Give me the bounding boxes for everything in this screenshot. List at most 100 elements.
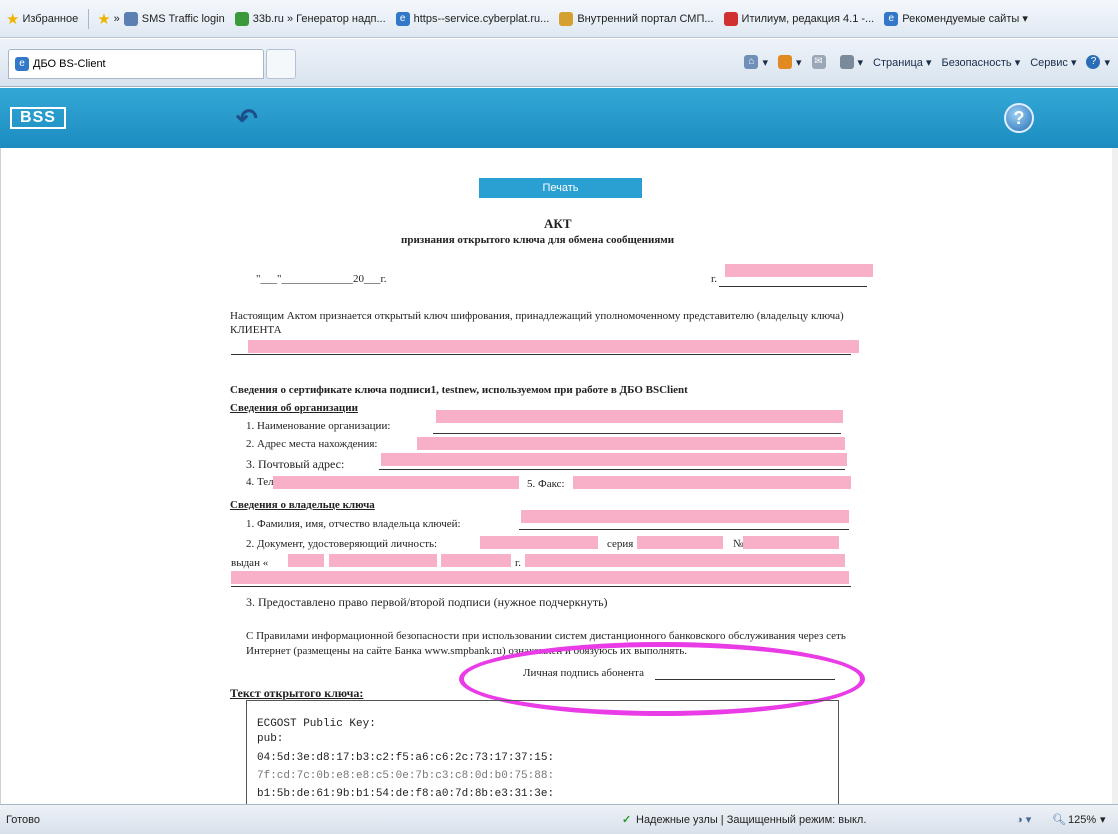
document-subtitle: признания открытого ключа для обмена соо… bbox=[401, 234, 675, 246]
ie-icon: e bbox=[395, 11, 410, 26]
command-bar: e ДБО BS-Client ⌂ ▾ ▾ ✉ ▾ Страница ▾ Безо… bbox=[0, 39, 1118, 87]
help-menu[interactable]: ? ▾ bbox=[1086, 55, 1110, 69]
status-bar: Готово ✓ Надежные узлы | Защищенный режи… bbox=[0, 804, 1118, 834]
page-menu[interactable]: Страница ▾ bbox=[873, 56, 931, 69]
document-area: Печать АКТ признания открытого ключа для… bbox=[0, 148, 1118, 804]
owner-heading: Сведения о владельце ключа bbox=[230, 499, 375, 511]
bss-logo: BSS bbox=[10, 107, 66, 129]
year-label: г. bbox=[515, 557, 522, 569]
site-icon bbox=[234, 11, 249, 26]
ie-icon: e bbox=[15, 57, 29, 71]
help-circle-icon[interactable]: ? bbox=[1004, 103, 1034, 133]
printer-icon bbox=[839, 55, 854, 69]
back-arrow-icon[interactable]: ↶ bbox=[236, 105, 258, 131]
fav-label: Рекомендуемые сайты ▾ bbox=[902, 13, 1028, 25]
fav-label: https--service.cyberplat.ru... bbox=[413, 12, 550, 25]
help-icon: ? bbox=[1086, 55, 1101, 69]
client-name-field[interactable] bbox=[248, 340, 859, 353]
zoom-dropdown-icon[interactable]: ▾ bbox=[1100, 813, 1106, 826]
org-name-field[interactable] bbox=[436, 410, 843, 423]
number-field[interactable] bbox=[743, 536, 839, 549]
city-field[interactable] bbox=[725, 264, 873, 277]
rss-icon bbox=[777, 55, 792, 69]
ie-icon: e bbox=[884, 11, 899, 26]
issued-label: выдан « bbox=[231, 557, 269, 569]
number-label: № bbox=[733, 538, 744, 550]
city-underline bbox=[719, 286, 867, 287]
rules-text-line1: С Правилами информационной безопасности … bbox=[246, 630, 846, 642]
underline bbox=[519, 529, 849, 530]
owner-name-field[interactable] bbox=[521, 510, 849, 523]
favorites-button[interactable]: ★ Избранное bbox=[6, 10, 78, 28]
tab-title: ДБО BS-Client bbox=[33, 58, 106, 70]
security-zone-text[interactable]: Надежные узлы | Защищенный режим: выкл. bbox=[636, 814, 866, 826]
document-title: АКТ bbox=[544, 216, 572, 231]
series-field[interactable] bbox=[637, 536, 723, 549]
fav-label: Внутренний портал СМП... bbox=[577, 12, 714, 25]
key-line: pub: bbox=[257, 733, 284, 745]
fax-label: 5. Факс: bbox=[527, 478, 565, 490]
key-line: b1:5b:de:61:9b:b1:54:de:f8:a0:7d:8b:e3:3… bbox=[257, 788, 555, 800]
checkmark-icon: ✓ bbox=[622, 814, 632, 826]
favorites-label: Избранное bbox=[22, 12, 79, 25]
date-line: "___"_____________20___г. bbox=[256, 273, 387, 285]
home-button[interactable]: ⌂ ▾ bbox=[744, 55, 768, 69]
underline bbox=[433, 433, 841, 434]
mail-icon: ✉ bbox=[811, 55, 826, 69]
issued-year-field[interactable] bbox=[441, 554, 511, 567]
status-text: Готово bbox=[6, 814, 40, 826]
feeds-button[interactable]: ▾ bbox=[777, 55, 802, 69]
issued-month-field[interactable] bbox=[329, 554, 437, 567]
portal-icon bbox=[559, 11, 574, 26]
key-line: 04:5d:3e:d8:17:b3:c2:f5:a6:c6:2c:73:17:3… bbox=[257, 752, 555, 764]
security-menu[interactable]: Безопасность ▾ bbox=[941, 56, 1020, 69]
owner-item-document: 2. Документ, удостоверяющий личность: bbox=[246, 538, 438, 550]
client-underline bbox=[231, 354, 851, 355]
security-menu-label: Безопасность ▾ bbox=[941, 56, 1021, 69]
org-item-postal: 3. Почтовый адрес: bbox=[246, 457, 345, 471]
org-address-field[interactable] bbox=[417, 437, 845, 450]
fav-link-itilium[interactable]: Итилиум, редакция 4.1 -... bbox=[723, 11, 875, 26]
page-menu-label: Страница ▾ bbox=[873, 56, 932, 69]
chevron-right-icon[interactable]: » bbox=[114, 13, 120, 25]
service-menu-label: Сервис ▾ bbox=[1030, 56, 1077, 69]
command-buttons: ⌂ ▾ ▾ ✉ ▾ Страница ▾ Безопасность ▾ Серви… bbox=[734, 55, 1110, 69]
issued-by-field[interactable] bbox=[525, 554, 845, 567]
intro-text: Настоящим Актом признается открытый ключ… bbox=[230, 310, 844, 322]
print-button[interactable]: ▾ bbox=[839, 55, 863, 69]
org-phone-field[interactable] bbox=[273, 476, 519, 489]
add-favorite-icon[interactable]: ★ bbox=[97, 10, 110, 28]
org-item-name: 1. Наименование организации: bbox=[246, 420, 391, 432]
fav-link-suggested[interactable]: e Рекомендуемые сайты ▾ bbox=[884, 11, 1028, 26]
client-label: КЛИЕНТА bbox=[230, 324, 282, 336]
protected-mode-icon[interactable]: ◑ ▾ bbox=[1016, 813, 1031, 826]
underline bbox=[379, 469, 845, 470]
zoom-icon: 🔍︎ bbox=[1052, 814, 1066, 826]
service-menu[interactable]: Сервис ▾ bbox=[1030, 56, 1076, 69]
org-fax-field[interactable] bbox=[573, 476, 851, 489]
city-label: г. bbox=[711, 273, 718, 285]
vertical-scrollbar[interactable] bbox=[1112, 148, 1118, 804]
fav-link-cyberplat[interactable]: e https--service.cyberplat.ru... bbox=[395, 11, 550, 26]
fav-label: SMS Traffic login bbox=[141, 12, 225, 25]
zoom-level[interactable]: 125% bbox=[1068, 814, 1096, 826]
underline bbox=[231, 586, 851, 587]
cert-heading: Сведения о сертификате ключа подписи1, t… bbox=[230, 384, 688, 396]
itilium-icon bbox=[723, 11, 738, 26]
issued-by-field-cont[interactable] bbox=[231, 571, 849, 584]
new-tab-button[interactable] bbox=[266, 49, 296, 79]
signature-right-item: 3. Предоставлено право первой/второй под… bbox=[246, 595, 608, 609]
fav-link-portal[interactable]: Внутренний портал СМП... bbox=[559, 11, 714, 26]
browser-tab[interactable]: e ДБО BS-Client bbox=[8, 49, 264, 79]
fav-label: Итилиум, редакция 4.1 -... bbox=[741, 12, 875, 25]
separator bbox=[88, 8, 90, 29]
print-document-button[interactable]: Печать bbox=[479, 178, 642, 198]
document-type-field[interactable] bbox=[480, 536, 598, 549]
mail-button[interactable]: ✉ bbox=[811, 55, 830, 69]
org-postal-field[interactable] bbox=[381, 453, 847, 466]
issued-day-field[interactable] bbox=[288, 554, 324, 567]
org-item-phone: 4. Тел. bbox=[246, 476, 277, 488]
fav-link-sms-traffic[interactable]: SMS Traffic login bbox=[123, 11, 225, 26]
fav-link-33b[interactable]: 33b.ru » Генератор надп... bbox=[234, 11, 386, 26]
series-label: серия bbox=[607, 538, 634, 550]
